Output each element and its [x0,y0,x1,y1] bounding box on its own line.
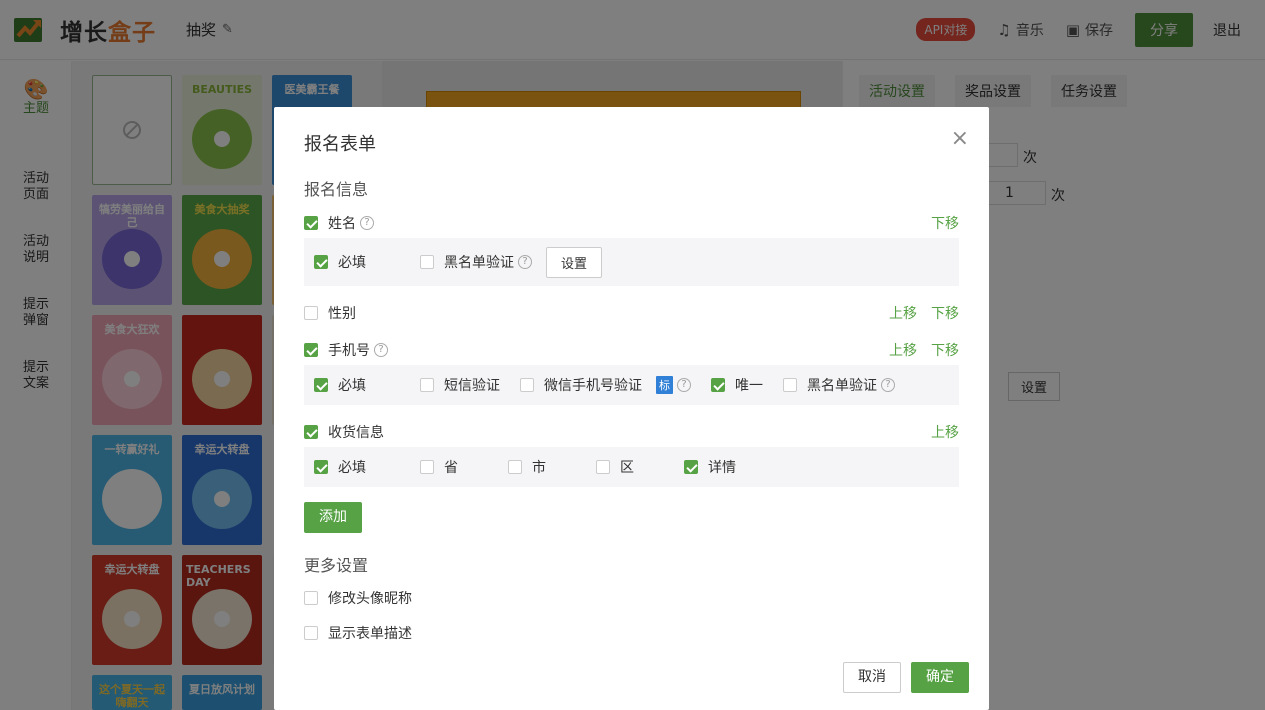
opt-unique[interactable]: 唯一 [711,375,763,395]
move-down-button[interactable]: 下移 [931,213,959,233]
opt-province[interactable]: 省 [420,457,458,477]
more-row-avatar: 修改头像昵称 [304,588,959,608]
opt-sms[interactable]: 短信验证 [420,375,500,395]
move-up-button[interactable]: 上移 [889,303,917,323]
district-checkbox[interactable] [596,460,610,474]
cancel-button[interactable]: 取消 [843,662,901,693]
opt-wechat-phone[interactable]: 微信手机号验证 标 ? [520,375,691,395]
required-label: 必填 [338,460,366,476]
opt-required[interactable]: 必填 [314,252,366,272]
modal-title: 报名表单 [304,134,376,155]
move-down-button[interactable]: 下移 [931,303,959,323]
help-icon[interactable]: ? [374,343,388,357]
move-down-button[interactable]: 下移 [931,340,959,360]
field-gender-label: 性别 [328,306,356,322]
opt-city[interactable]: 市 [508,457,546,477]
blacklist-checkbox[interactable] [420,255,434,269]
sms-label: 短信验证 [444,378,500,394]
add-field-button[interactable]: 添加 [304,502,362,533]
required-checkbox[interactable] [314,460,328,474]
show-description-checkbox[interactable] [304,626,318,640]
unique-checkbox[interactable] [711,378,725,392]
field-row-phone: 手机号 ? 上移 下移 [304,340,959,360]
opt-detail[interactable]: 详情 [684,457,736,477]
field-row-address: 收货信息 上移 [304,422,959,442]
sms-checkbox[interactable] [420,378,434,392]
show-description-label: 显示表单描述 [328,626,412,642]
field-name-checkbox[interactable] [304,216,318,230]
blacklist-checkbox[interactable] [783,378,797,392]
required-checkbox[interactable] [314,378,328,392]
move-up-button[interactable]: 上移 [931,422,959,442]
more-row-desc: 显示表单描述 [304,623,959,643]
field-row-name: 姓名 ? 下移 [304,213,959,233]
section-more-settings: 更多设置 [304,556,369,575]
opt-district[interactable]: 区 [596,457,634,477]
city-label: 市 [532,460,546,476]
detail-label: 详情 [708,460,736,476]
field-address-label: 收货信息 [328,425,384,441]
required-label: 必填 [338,378,366,394]
help-icon[interactable]: ? [360,216,374,230]
required-checkbox[interactable] [314,255,328,269]
signup-form-modal: 报名表单 × 报名信息 姓名 ? 下移 必填 黑名单验证 ? 设置 性别 上移 … [274,107,989,710]
field-gender-checkbox[interactable] [304,306,318,320]
opt-required[interactable]: 必填 [314,375,366,395]
field-name-label: 姓名 [328,216,356,232]
field-phone-options: 必填 短信验证 微信手机号验证 标 ? 唯一 黑名单验证 ? [304,365,959,405]
field-address-options: 必填 省 市 区 详情 [304,447,959,487]
avatar-nickname-label: 修改头像昵称 [328,591,412,607]
section-signup-info: 报名信息 [304,180,369,199]
opt-blacklist[interactable]: 黑名单验证 ? 设置 [420,246,603,278]
field-address-checkbox[interactable] [304,425,318,439]
opt-required[interactable]: 必填 [314,457,366,477]
help-icon[interactable]: ? [518,255,532,269]
move-up-button[interactable]: 上移 [889,340,917,360]
confirm-button[interactable]: 确定 [911,662,969,693]
province-label: 省 [444,460,458,476]
help-icon[interactable]: ? [677,378,691,392]
help-icon[interactable]: ? [881,378,895,392]
blacklist-label: 黑名单验证 [444,255,514,271]
province-checkbox[interactable] [420,460,434,474]
wechat-phone-checkbox[interactable] [520,378,534,392]
standard-badge: 标 [656,376,673,394]
unique-label: 唯一 [735,378,763,394]
detail-checkbox[interactable] [684,460,698,474]
opt-blacklist[interactable]: 黑名单验证 ? [783,375,895,395]
field-phone-checkbox[interactable] [304,343,318,357]
district-label: 区 [620,460,634,476]
field-name-options: 必填 黑名单验证 ? 设置 [304,238,959,286]
city-checkbox[interactable] [508,460,522,474]
blacklist-label: 黑名单验证 [807,378,877,394]
field-row-gender: 性别 上移 下移 [304,303,959,323]
wechat-phone-label: 微信手机号验证 [544,378,642,394]
avatar-nickname-checkbox[interactable] [304,591,318,605]
required-label: 必填 [338,255,366,271]
field-phone-label: 手机号 [328,343,370,359]
blacklist-setting-button[interactable]: 设置 [546,246,603,278]
close-icon[interactable]: × [951,128,969,150]
